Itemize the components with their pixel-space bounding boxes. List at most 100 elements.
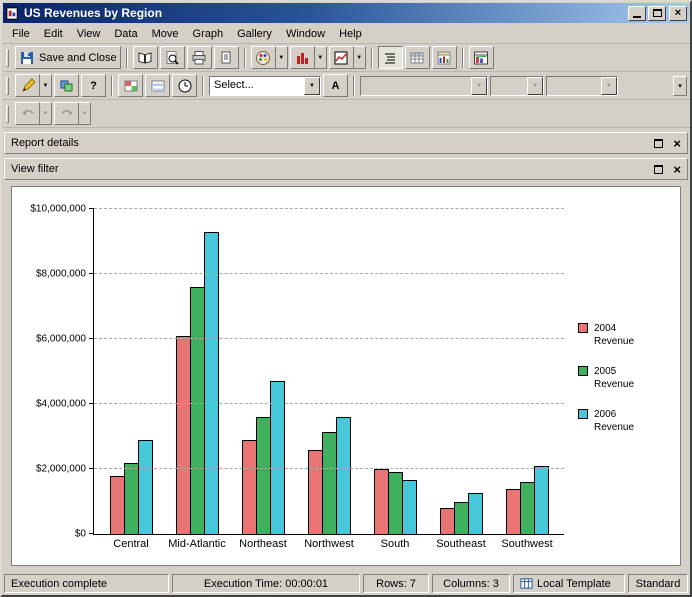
bar-southeast-2004[interactable] — [439, 508, 455, 534]
properties-button[interactable] — [213, 46, 239, 69]
graph-format-dropdown[interactable]: ▼ — [275, 46, 288, 69]
status-columns: Columns: 3 — [432, 574, 510, 593]
banding-button[interactable] — [145, 74, 170, 97]
app-window: US Revenues by Region × File Edit View Data… — [0, 0, 692, 597]
bar-southwest-2005[interactable] — [519, 482, 535, 534]
close-button[interactable]: × — [669, 5, 687, 21]
gridline — [94, 338, 564, 339]
view-grid-graph-button[interactable] — [431, 46, 457, 69]
bar-central-2006[interactable] — [137, 439, 153, 534]
separator — [370, 47, 373, 68]
legend-label: 2004 Revenue — [594, 323, 635, 347]
status-mode: Standard — [628, 574, 688, 593]
toolbar-overflow-button[interactable]: ▾ — [673, 75, 687, 96]
status-execution-text: Execution complete — [11, 577, 107, 590]
bar-northeast-2006[interactable] — [269, 381, 285, 534]
separator — [461, 47, 464, 68]
format-stack-icon — [60, 80, 72, 91]
bar-mid-atlantic-2004[interactable] — [175, 335, 191, 534]
x-axis-label: Southwest — [501, 538, 553, 550]
bar-northwest-2004[interactable] — [307, 449, 323, 534]
menu-window[interactable]: Window — [279, 25, 332, 43]
print-preview-button[interactable] — [159, 46, 185, 69]
menu-edit[interactable]: Edit — [37, 25, 70, 43]
menu-gallery[interactable]: Gallery — [230, 25, 279, 43]
format-painter-dropdown[interactable]: ▼ — [40, 74, 52, 97]
view-filter-panel-bar[interactable]: View filter × — [4, 158, 688, 180]
bar-group-northeast — [230, 209, 296, 534]
maximize-button[interactable] — [648, 5, 666, 21]
bar-southwest-2006[interactable] — [533, 465, 549, 534]
chevron-down-icon: ▼ — [42, 82, 49, 89]
bar-northwest-2006[interactable] — [335, 417, 351, 534]
status-template: Local Template — [513, 574, 625, 593]
menu-file[interactable]: File — [5, 25, 37, 43]
close-panel-icon[interactable]: × — [673, 137, 681, 150]
legend-label: 2005 Revenue — [594, 366, 635, 390]
menu-view[interactable]: View — [70, 25, 108, 43]
clock-icon — [178, 79, 191, 92]
plot-area: Central Mid-Atlantic Northeast Northwest Sou… — [30, 204, 564, 550]
bar-northeast-2004[interactable] — [241, 439, 257, 534]
bar-south-2005[interactable] — [387, 472, 403, 534]
graph-subtype-dropdown[interactable]: ▼ — [353, 46, 366, 69]
graph-view-area[interactable]: Central Mid-Atlantic Northeast Northwest Sou… — [11, 186, 681, 566]
report-details-panel-bar[interactable]: Report details × — [4, 132, 688, 154]
graph-type-dropdown[interactable]: ▼ — [314, 46, 327, 69]
redo-dropdown[interactable]: ▼ — [79, 102, 91, 125]
y-tick-mark — [89, 468, 94, 469]
undo-button[interactable] — [15, 102, 40, 125]
bar-central-2004[interactable] — [109, 475, 125, 534]
graph-format-button[interactable] — [250, 46, 276, 69]
thresholds-button[interactable] — [118, 74, 143, 97]
format-painter-button[interactable] — [15, 74, 40, 97]
line-chart-icon — [334, 51, 348, 64]
copy-formatting-button[interactable] — [54, 74, 79, 97]
toolbar-undo-redo: ▼ ▼ — [2, 100, 690, 128]
bar-mid-atlantic-2005[interactable] — [189, 287, 205, 534]
toolbar-grip[interactable] — [6, 48, 9, 67]
overflow-icon: ▾ — [678, 82, 682, 90]
graph-subtype-button[interactable] — [328, 46, 354, 69]
expand-panel-icon[interactable] — [654, 138, 664, 148]
toolbar-grip[interactable] — [6, 104, 9, 123]
bar-central-2005[interactable] — [123, 462, 139, 534]
autostyle-combo[interactable]: Select... ▼ — [209, 75, 321, 96]
refresh-schedule-button[interactable] — [172, 74, 197, 97]
menu-help[interactable]: Help — [332, 25, 369, 43]
font-format-button[interactable]: A — [323, 74, 348, 97]
minimize-button[interactable] — [628, 5, 646, 21]
menu-move[interactable]: Move — [145, 25, 186, 43]
save-and-close-label: Save and Close — [39, 51, 117, 64]
bar-northeast-2005[interactable] — [255, 417, 271, 534]
bar-south-2004[interactable] — [373, 469, 389, 534]
expand-panel-icon[interactable] — [654, 164, 664, 174]
bar-south-2006[interactable] — [401, 480, 417, 534]
undo-dropdown[interactable]: ▼ — [40, 102, 52, 125]
save-and-close-button[interactable]: Save and Close — [15, 46, 121, 69]
font-name-combo: ▼ — [360, 75, 488, 96]
printer-icon — [192, 50, 206, 64]
close-panel-icon[interactable]: × — [673, 163, 681, 176]
gridline — [94, 403, 564, 404]
print-button[interactable] — [186, 46, 212, 69]
redo-button[interactable] — [54, 102, 79, 125]
menu-data[interactable]: Data — [107, 25, 144, 43]
menu-bar: File Edit View Data Move Graph Gallery Window He… — [2, 24, 690, 44]
autostyle-value: Select... — [214, 78, 254, 91]
legend-swatch — [578, 323, 588, 333]
whats-this-help-button[interactable]: ? — [81, 74, 106, 97]
view-grid-button[interactable] — [404, 46, 430, 69]
graph-type-button[interactable] — [289, 46, 315, 69]
report-objects-button[interactable] — [132, 46, 158, 69]
bar-southeast-2005[interactable] — [453, 501, 469, 534]
menu-graph[interactable]: Graph — [186, 25, 231, 43]
bar-southwest-2004[interactable] — [505, 488, 521, 534]
toolbar-grip[interactable] — [6, 76, 9, 95]
design-view-button[interactable] — [468, 46, 494, 69]
bar-southeast-2006[interactable] — [467, 493, 483, 534]
bar-northwest-2005[interactable] — [321, 431, 337, 534]
chevron-down-icon[interactable]: ▼ — [304, 76, 320, 95]
bar-mid-atlantic-2006[interactable] — [203, 231, 219, 534]
view-outline-button[interactable] — [377, 46, 403, 69]
